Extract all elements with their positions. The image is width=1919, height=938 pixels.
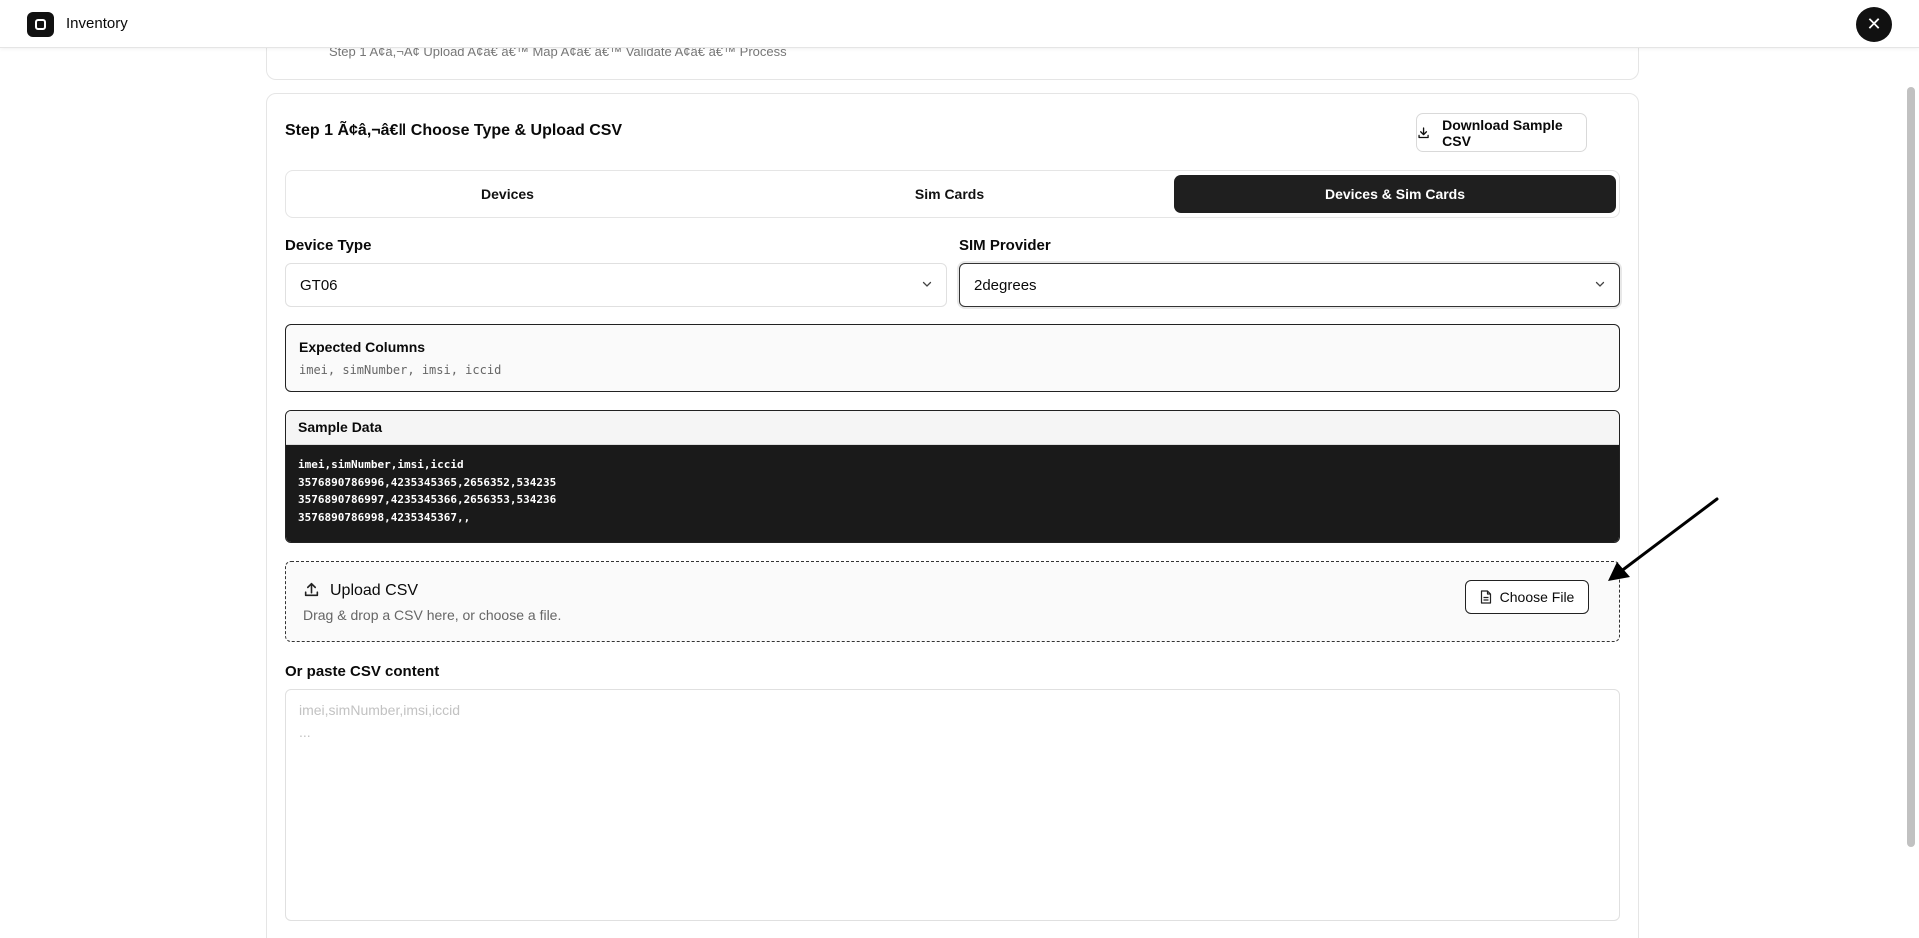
sample-data-title: Sample Data — [286, 411, 1619, 445]
tab-devices[interactable]: Devices — [290, 175, 725, 213]
app-title: Inventory — [66, 15, 128, 32]
download-icon — [1418, 126, 1429, 138]
file-icon — [1480, 590, 1491, 604]
sample-line: 3576890786996,4235345365,2656352,534235 — [298, 475, 557, 489]
sim-provider-select[interactable]: 2degrees — [959, 263, 1620, 307]
expected-columns-title: Expected Columns — [299, 339, 426, 355]
sample-data-panel: Sample Data imei,simNumber,imsi,iccid 35… — [285, 410, 1620, 543]
close-button[interactable]: ✕ — [1856, 7, 1892, 42]
scrollbar[interactable] — [1907, 87, 1915, 847]
sample-data-code: imei,simNumber,imsi,iccid 3576890786996,… — [286, 445, 1619, 542]
paste-csv-textarea[interactable]: imei,simNumber,imsi,iccid ... — [285, 689, 1620, 921]
tab-sim-cards[interactable]: Sim Cards — [732, 175, 1167, 213]
sim-provider-label: SIM Provider — [959, 237, 1051, 254]
tab-devices-and-sim-cards[interactable]: Devices & Sim Cards — [1174, 175, 1616, 213]
sample-line: 3576890786997,4235345366,2656353,534236 — [298, 493, 557, 506]
sample-line: imei,simNumber,imsi,iccid — [298, 458, 464, 471]
close-icon: ✕ — [1866, 14, 1882, 34]
chevron-down-icon — [1595, 281, 1605, 287]
chevron-down-icon — [922, 281, 932, 287]
paste-csv-label: Or paste CSV content — [285, 663, 440, 680]
upload-subtitle: Drag & drop a CSV here, or choose a file… — [303, 607, 562, 623]
app-logo-icon — [27, 12, 54, 37]
sim-provider-value: 2degrees — [974, 276, 1037, 294]
expected-columns-list: imei, simNumber, imsi, iccid — [299, 363, 502, 377]
device-type-select[interactable]: GT06 — [285, 263, 947, 307]
card-title: Step 1 Ã¢â,¬â€‖ Choose Type & Upload CSV — [285, 122, 623, 139]
device-type-value: GT06 — [300, 276, 338, 294]
placeholder-line: ... — [299, 724, 311, 740]
upload-title: Upload CSV — [330, 582, 419, 599]
annotation-arrow-icon — [1608, 497, 1719, 581]
placeholder-line: imei,simNumber,imsi,iccid — [299, 702, 461, 718]
sample-line: 3576890786998,4235345367,, — [298, 510, 471, 524]
download-label: Download Sample CSV — [1442, 116, 1563, 149]
expected-columns-panel: Expected Columns imei, simNumber, imsi, … — [285, 324, 1620, 392]
choose-file-label: Choose File — [1499, 589, 1575, 605]
upload-step-card: Step 1 Ã¢â,¬â€‖ Choose Type & Upload CSV… — [266, 93, 1639, 938]
top-bar: Inventory ✕ — [0, 0, 1919, 48]
type-tabs: Devices Sim Cards Devices & Sim Cards — [285, 170, 1620, 218]
device-type-label: Device Type — [285, 237, 372, 254]
upload-icon — [304, 582, 319, 597]
upload-dropzone[interactable]: Upload CSV Drag & drop a CSV here, or ch… — [285, 561, 1620, 642]
download-sample-csv-button[interactable]: Download Sample CSV — [1416, 113, 1587, 152]
choose-file-button[interactable]: Choose File — [1465, 580, 1589, 614]
